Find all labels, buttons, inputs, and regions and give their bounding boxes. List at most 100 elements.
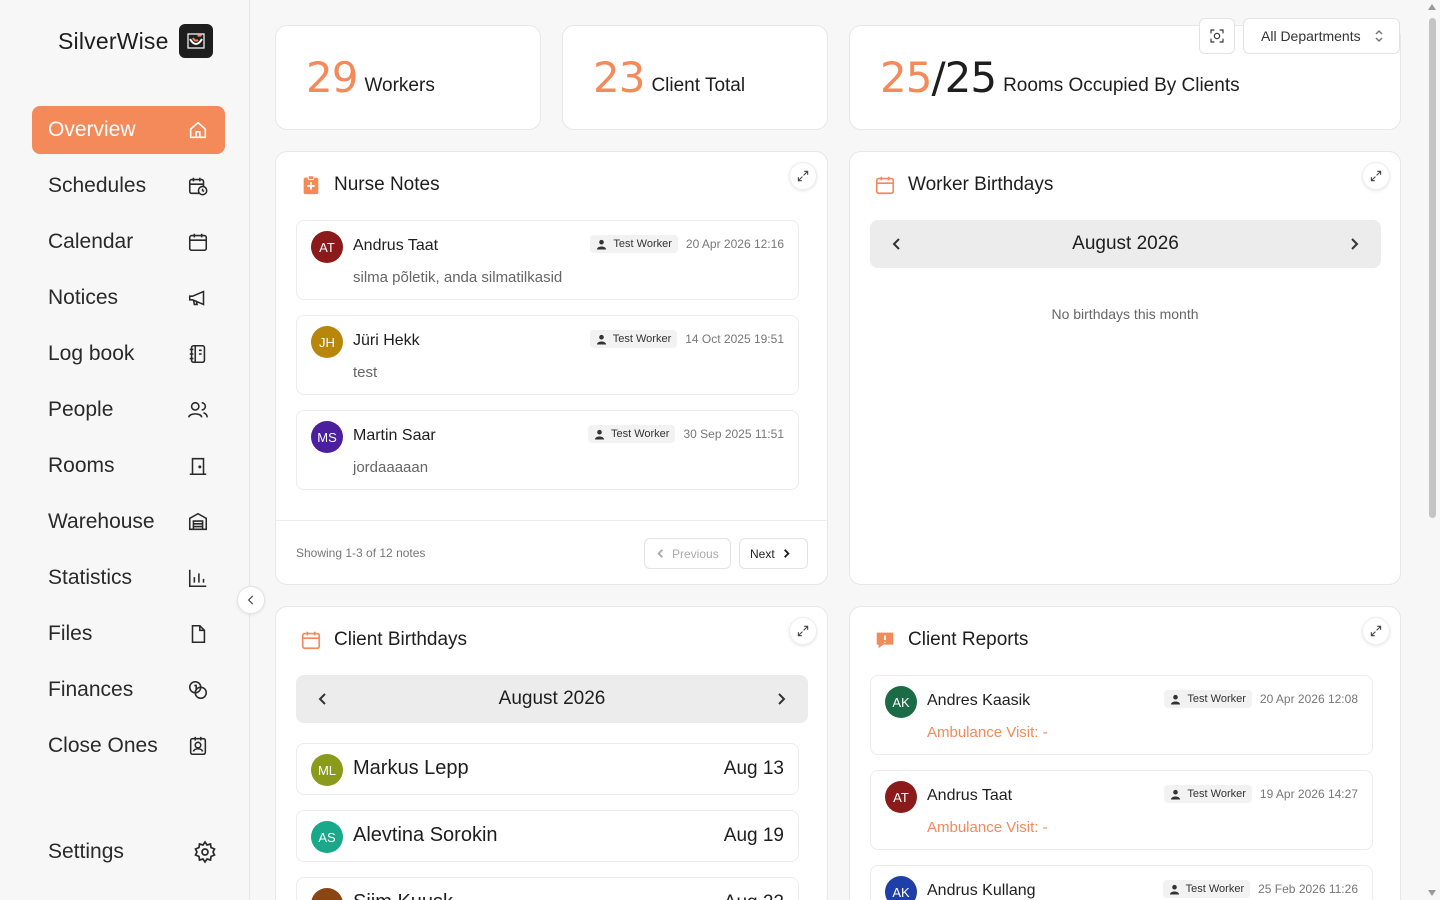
report-date: 25 Feb 2026 11:26	[1258, 882, 1358, 896]
next-month-button[interactable]	[1347, 237, 1361, 251]
nav-item-close-ones[interactable]: Close Ones	[32, 722, 225, 770]
page-scrollbar[interactable]	[1424, 0, 1440, 900]
collapse-sidebar-button[interactable]	[237, 586, 265, 614]
birthday-name: Siim Kuusk	[353, 891, 453, 900]
next-month-button[interactable]	[774, 692, 788, 706]
expand-client-birthdays-button[interactable]	[789, 617, 817, 645]
nav-item-rooms[interactable]: Rooms	[32, 442, 225, 490]
client-report-item[interactable]: AT Andrus Taat Test Worker 19 Apr 2026 1…	[870, 770, 1373, 850]
brand[interactable]: SilverWise	[58, 24, 213, 58]
nav-item-label: Overview	[48, 118, 136, 141]
door-icon	[189, 457, 207, 476]
nav-item-finances[interactable]: Finances	[32, 666, 225, 714]
users-icon	[188, 401, 208, 418]
nav-item-notices[interactable]: Notices	[32, 274, 225, 322]
nurse-note-item[interactable]: AT Andrus Taat Test Worker 20 Apr 2026 1…	[296, 220, 799, 300]
report-meta: Test Worker 20 Apr 2026 12:08	[1164, 690, 1358, 708]
client-birthday-item[interactable]: AS Alevtina Sorokin Aug 19	[296, 810, 799, 862]
brand-logo-icon	[178, 24, 213, 58]
focus-icon	[1210, 29, 1224, 43]
nav-item-people[interactable]: People	[32, 386, 225, 434]
department-select[interactable]: All Departments	[1243, 18, 1400, 54]
notebook-icon	[189, 344, 206, 364]
chevron-up-down-icon	[1375, 29, 1383, 43]
report-meta: Test Worker 25 Feb 2026 11:26	[1162, 880, 1358, 898]
client-reports-card: Client Reports AK Andres Kaasik Test Wor…	[849, 606, 1401, 900]
client-birthdays-title: Client Birthdays	[334, 629, 468, 650]
calendar-clock-icon	[188, 177, 208, 196]
previous-month-button[interactable]	[316, 692, 330, 706]
nav-item-label: Notices	[48, 286, 119, 309]
avatar: AK	[885, 876, 917, 900]
brand-name: SilverWise	[58, 27, 169, 54]
coins-icon	[188, 680, 208, 700]
client-report-item[interactable]: AK Andrus Kullang Test Worker 25 Feb 202…	[870, 865, 1373, 900]
nav-item-calendar[interactable]: Calendar	[32, 218, 225, 266]
report-client-name: Andrus Kullang	[927, 882, 1036, 899]
nav-item-label: Files	[48, 622, 93, 645]
expand-client-reports-button[interactable]	[1362, 617, 1390, 645]
screenshot-button[interactable]	[1199, 18, 1235, 54]
client-reports-header: Client Reports	[874, 629, 1028, 651]
user-icon	[1171, 694, 1181, 705]
nav-item-label: Calendar	[48, 230, 134, 253]
alert-message-icon	[876, 632, 894, 649]
nav-item-label: Finances	[48, 678, 134, 701]
file-icon	[191, 624, 206, 644]
report-text: Ambulance Visit: -	[927, 819, 1048, 836]
note-client-name: Martin Saar	[353, 427, 436, 444]
workers-count: 29	[306, 53, 358, 102]
workers-stat-card: 29 Workers	[275, 25, 541, 130]
previous-month-button[interactable]	[890, 237, 904, 251]
nav-item-statistics[interactable]: Statistics	[32, 554, 225, 602]
client-birthday-item[interactable]: ML Markus Lepp Aug 13	[296, 743, 799, 795]
nurse-notes-pagination: Showing 1-3 of 12 notes Previous Next	[276, 520, 827, 586]
note-text: jordaaaaan	[353, 459, 429, 476]
report-date: 20 Apr 2026 12:08	[1259, 692, 1358, 706]
birthday-date: Aug 22	[724, 892, 784, 900]
nav-item-settings[interactable]: Settings	[32, 828, 225, 876]
scroll-down-arrow[interactable]	[1428, 890, 1436, 896]
client-birthdays-header: Client Birthdays	[300, 629, 467, 651]
nav-item-log-book[interactable]: Log book	[32, 330, 225, 378]
expand-icon	[1370, 170, 1382, 182]
calendar-icon	[875, 176, 895, 195]
chevron-left-icon	[247, 595, 254, 605]
nav-item-schedules[interactable]: Schedules	[32, 162, 225, 210]
worker-tag: Test Worker	[1164, 785, 1252, 803]
main-nav: Overview Schedules Calendar Notices Log …	[32, 106, 225, 778]
rooms-occupied: 25	[880, 53, 932, 102]
nav-item-overview[interactable]: Overview	[32, 106, 225, 154]
client-report-item[interactable]: AK Andres Kaasik Test Worker 20 Apr 2026…	[870, 675, 1373, 755]
clients-label: Client Total	[651, 75, 746, 96]
rooms-label: Rooms Occupied By Clients	[1003, 75, 1240, 96]
worker-name: Test Worker	[613, 238, 672, 250]
nurse-note-item[interactable]: MS Martin Saar Test Worker 30 Sep 2025 1…	[296, 410, 799, 490]
chevron-left-icon	[657, 549, 663, 558]
expand-icon	[797, 625, 809, 637]
rooms-slash: /	[931, 53, 945, 102]
client-birthday-item[interactable]: SK Siim Kuusk Aug 22	[296, 877, 799, 900]
next-button[interactable]: Next	[739, 538, 808, 569]
worker-tag: Test Worker	[589, 330, 678, 348]
nav-item-warehouse[interactable]: Warehouse	[32, 498, 225, 546]
expand-worker-birthdays-button[interactable]	[1362, 162, 1390, 190]
avatar: AT	[885, 781, 917, 813]
rooms-count: 25/25	[880, 57, 997, 99]
nav-item-files[interactable]: Files	[32, 610, 225, 658]
worker-tag: Test Worker	[1164, 690, 1252, 708]
report-client-name: Andrus Taat	[927, 787, 1013, 804]
previous-button[interactable]: Previous	[644, 538, 731, 569]
client-birthdays-card: Client Birthdays August 2026 ML Markus L…	[275, 606, 828, 900]
workers-label: Workers	[364, 75, 435, 96]
avatar: AK	[885, 686, 917, 718]
scroll-thumb[interactable]	[1429, 18, 1436, 518]
birthday-date: Aug 19	[723, 825, 784, 846]
nav-item-label: Log book	[48, 342, 135, 365]
expand-nurse-notes-button[interactable]	[789, 162, 817, 190]
note-text: test	[353, 364, 378, 381]
worker-tag: Test Worker	[1162, 880, 1251, 898]
scroll-up-arrow[interactable]	[1428, 4, 1436, 10]
nav-item-label: Rooms	[48, 454, 115, 477]
nurse-note-item[interactable]: JH Jüri Hekk Test Worker 14 Oct 2025 19:…	[296, 315, 799, 395]
